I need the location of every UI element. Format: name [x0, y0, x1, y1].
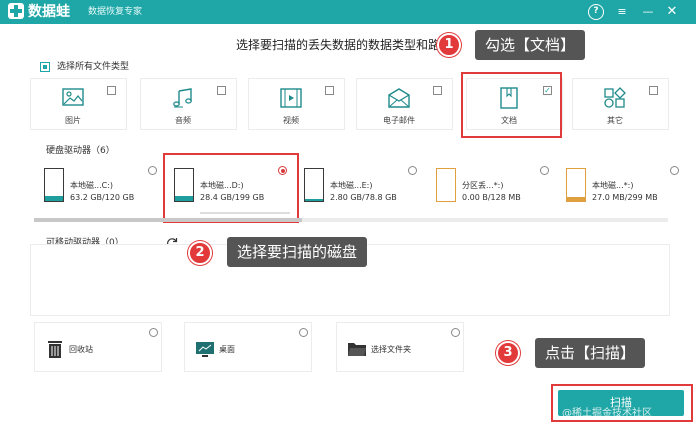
file-type-label: 图片 — [65, 116, 81, 125]
file-type-label: 音频 — [175, 116, 191, 125]
disk-size: 0.00 B/128 MB — [462, 193, 521, 202]
file-type-other-checkbox[interactable] — [649, 86, 658, 95]
location-label: 回收站 — [69, 345, 93, 354]
video-icon — [280, 88, 302, 108]
location-choose-folder[interactable]: 选择文件夹 — [336, 322, 464, 372]
disk-name: 本地磁...C:) — [70, 181, 114, 190]
file-type-audio-checkbox[interactable] — [217, 86, 226, 95]
location-label: 桌面 — [219, 345, 235, 354]
disk-radio[interactable] — [148, 166, 157, 175]
title-bar: 数据蛙 数据恢复专家 ? ≡ — ✕ — [0, 0, 696, 24]
disk-name: 分区丢...*:) — [462, 181, 504, 190]
desktop-icon — [196, 342, 214, 357]
file-type-email[interactable]: 电子邮件 — [356, 78, 453, 130]
location-label: 选择文件夹 — [371, 345, 411, 354]
hard-disk-icon — [44, 168, 64, 202]
image-icon — [62, 88, 84, 106]
document-highlight-box — [461, 72, 562, 138]
file-type-video-checkbox[interactable] — [325, 86, 334, 95]
watermark: @稀土掘金技术社区 — [562, 408, 652, 419]
disk-size: 2.80 GB/78.8 GB — [330, 193, 397, 202]
callout-text-3: 点击【扫描】 — [535, 338, 646, 368]
location-radio[interactable] — [451, 328, 460, 337]
disk-card[interactable]: 本地磁...E:) 2.80 GB/78.8 GB — [294, 160, 422, 222]
scrollbar-thumb[interactable] — [34, 218, 302, 222]
callout-number-1: 1 — [437, 33, 461, 57]
disk-size: 27.0 MB/299 MB — [592, 193, 658, 202]
other-icon — [604, 87, 626, 108]
disk-radio[interactable] — [540, 166, 549, 175]
file-type-video[interactable]: 视频 — [248, 78, 345, 130]
hard-disk-icon — [304, 168, 324, 202]
menu-button[interactable]: ≡ — [614, 4, 630, 20]
disk-radio[interactable] — [408, 166, 417, 175]
app-name: 数据蛙 — [28, 4, 70, 20]
horizontal-scrollbar[interactable] — [34, 218, 668, 222]
disk-card[interactable]: 本地磁...C:) 63.2 GB/120 GB — [34, 160, 162, 222]
app-subtitle: 数据恢复专家 — [88, 7, 143, 17]
disk-size: 63.2 GB/120 GB — [70, 193, 135, 202]
location-radio[interactable] — [149, 328, 158, 337]
disk-radio[interactable] — [670, 166, 679, 175]
select-all-checkbox[interactable] — [40, 62, 50, 72]
location-desktop[interactable]: 桌面 — [184, 322, 312, 372]
callout-number-3: 3 — [496, 341, 520, 365]
callout-text-1: 勾选【文档】 — [475, 30, 586, 60]
file-type-label: 电子邮件 — [383, 116, 415, 125]
close-button[interactable]: ✕ — [664, 4, 680, 20]
app-logo-icon — [8, 3, 24, 19]
partition-disk-icon — [436, 168, 456, 202]
select-all-label: 选择所有文件类型 — [57, 62, 130, 72]
disk-name: 本地磁...*:) — [592, 181, 634, 190]
disk-card[interactable]: 本地磁...*:) 27.0 MB/299 MB — [556, 160, 684, 222]
file-type-label: 其它 — [607, 116, 623, 125]
page-heading: 选择要扫描的丢失数据的数据类型和路 — [236, 38, 441, 52]
partition-disk-icon — [566, 168, 586, 202]
music-icon — [173, 88, 192, 108]
file-type-label: 视频 — [283, 116, 299, 125]
file-type-image[interactable]: 图片 — [30, 78, 127, 130]
file-type-email-checkbox[interactable] — [433, 86, 442, 95]
minimize-button[interactable]: — — [640, 4, 656, 20]
location-radio[interactable] — [299, 328, 308, 337]
hard-drives-title: 硬盘驱动器（6） — [46, 146, 115, 156]
file-type-audio[interactable]: 音频 — [140, 78, 237, 130]
disk-name: 本地磁...E:) — [330, 181, 373, 190]
recycle-bin-icon — [48, 341, 62, 358]
file-type-image-checkbox[interactable] — [107, 86, 116, 95]
file-type-row: 图片 音频 视频 电子邮件 ✓ 文档 其它 — [30, 78, 669, 134]
help-button[interactable]: ? — [588, 4, 604, 20]
callout-number-2: 2 — [188, 241, 212, 265]
file-type-other[interactable]: 其它 — [572, 78, 669, 130]
location-recycle-bin[interactable]: 回收站 — [34, 322, 162, 372]
callout-text-2: 选择要扫描的磁盘 — [227, 237, 368, 267]
disk-card[interactable]: 分区丢...*:) 0.00 B/128 MB — [426, 160, 554, 222]
folder-icon — [348, 343, 366, 356]
disk-highlight-box — [163, 153, 299, 223]
email-icon — [388, 88, 410, 108]
